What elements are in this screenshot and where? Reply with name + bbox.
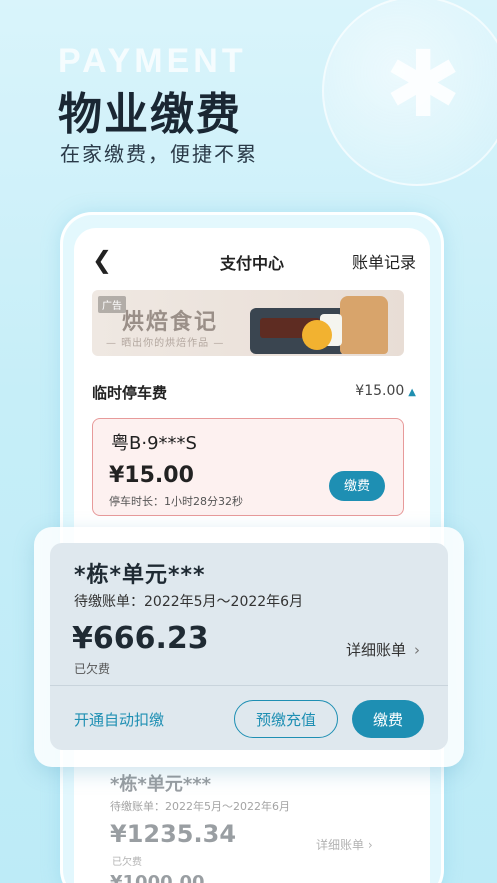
- bill-status-2: 已欠费: [112, 857, 142, 868]
- bill-pay-button[interactable]: 缴费: [352, 700, 424, 738]
- parking-card: 粤B·9***S ¥15.00 停车时长：1小时28分32秒 缴费: [92, 418, 404, 516]
- unit-name: *栋*单元***: [74, 563, 206, 588]
- license-plate: 粤B·9***S: [111, 433, 197, 454]
- bill-records-link[interactable]: 账单记录: [352, 249, 416, 273]
- unit-name-2: *栋*单元***: [110, 774, 212, 795]
- bill-card: *栋*单元*** 待缴账单：2022年5月～2022年6月 ¥666.23 已欠…: [50, 543, 448, 750]
- parking-amount: ¥15.00: [109, 463, 194, 488]
- bill-period: 待缴账单：2022年5月～2022年6月: [74, 594, 304, 610]
- bill-amount-2: ¥1235.34: [110, 820, 237, 848]
- parking-section-title: 临时停车费: [92, 384, 168, 402]
- asterisk-logo-icon: ✱: [384, 31, 462, 138]
- parking-duration: 停车时长：1小时28分32秒: [109, 495, 243, 508]
- background-word: PAYMENT: [58, 42, 247, 80]
- caret-up-icon: ▲: [408, 387, 416, 398]
- bill-period-2: 待缴账单：2022年5月～2022年6月: [110, 800, 290, 813]
- bill-detail-link[interactable]: 详细账单 ›: [346, 639, 420, 660]
- parking-total[interactable]: ¥15.00 ▲: [355, 383, 416, 399]
- parking-pay-button[interactable]: 缴费: [329, 471, 385, 501]
- bill-detail-link-2[interactable]: 详细账单 ›: [316, 836, 373, 853]
- second-bill-card: *栋*单元*** 待缴账单：2022年5月～2022年6月 ¥1235.34 已…: [90, 770, 420, 883]
- ad-banner[interactable]: 广告 烘焙食记 — 晒出你的烘焙作品 —: [92, 290, 404, 356]
- ad-subtitle: — 晒出你的烘焙作品 —: [106, 338, 225, 349]
- bill-detail-label: 详细账单: [345, 641, 406, 659]
- chevron-right-icon: ›: [414, 641, 420, 659]
- divider: [50, 685, 448, 686]
- prepay-button[interactable]: 预缴充值: [234, 700, 338, 738]
- page-title: 物业缴费: [58, 89, 242, 140]
- fruit-illustration: [302, 320, 332, 350]
- ad-title: 烘焙食记: [122, 310, 219, 335]
- page-subtitle: 在家缴费，便捷不累: [60, 142, 258, 166]
- cutting-board-illustration: [340, 296, 388, 354]
- bill-amount-3: ¥1000.00: [110, 872, 205, 883]
- bill-status: 已欠费: [74, 662, 111, 676]
- auto-debit-link[interactable]: 开通自动扣缴: [74, 709, 164, 730]
- bill-amount: ¥666.23: [72, 621, 209, 656]
- parking-total-value: ¥15.00: [355, 383, 405, 399]
- nav-bar: ❮ 支付中心 账单记录: [74, 228, 430, 288]
